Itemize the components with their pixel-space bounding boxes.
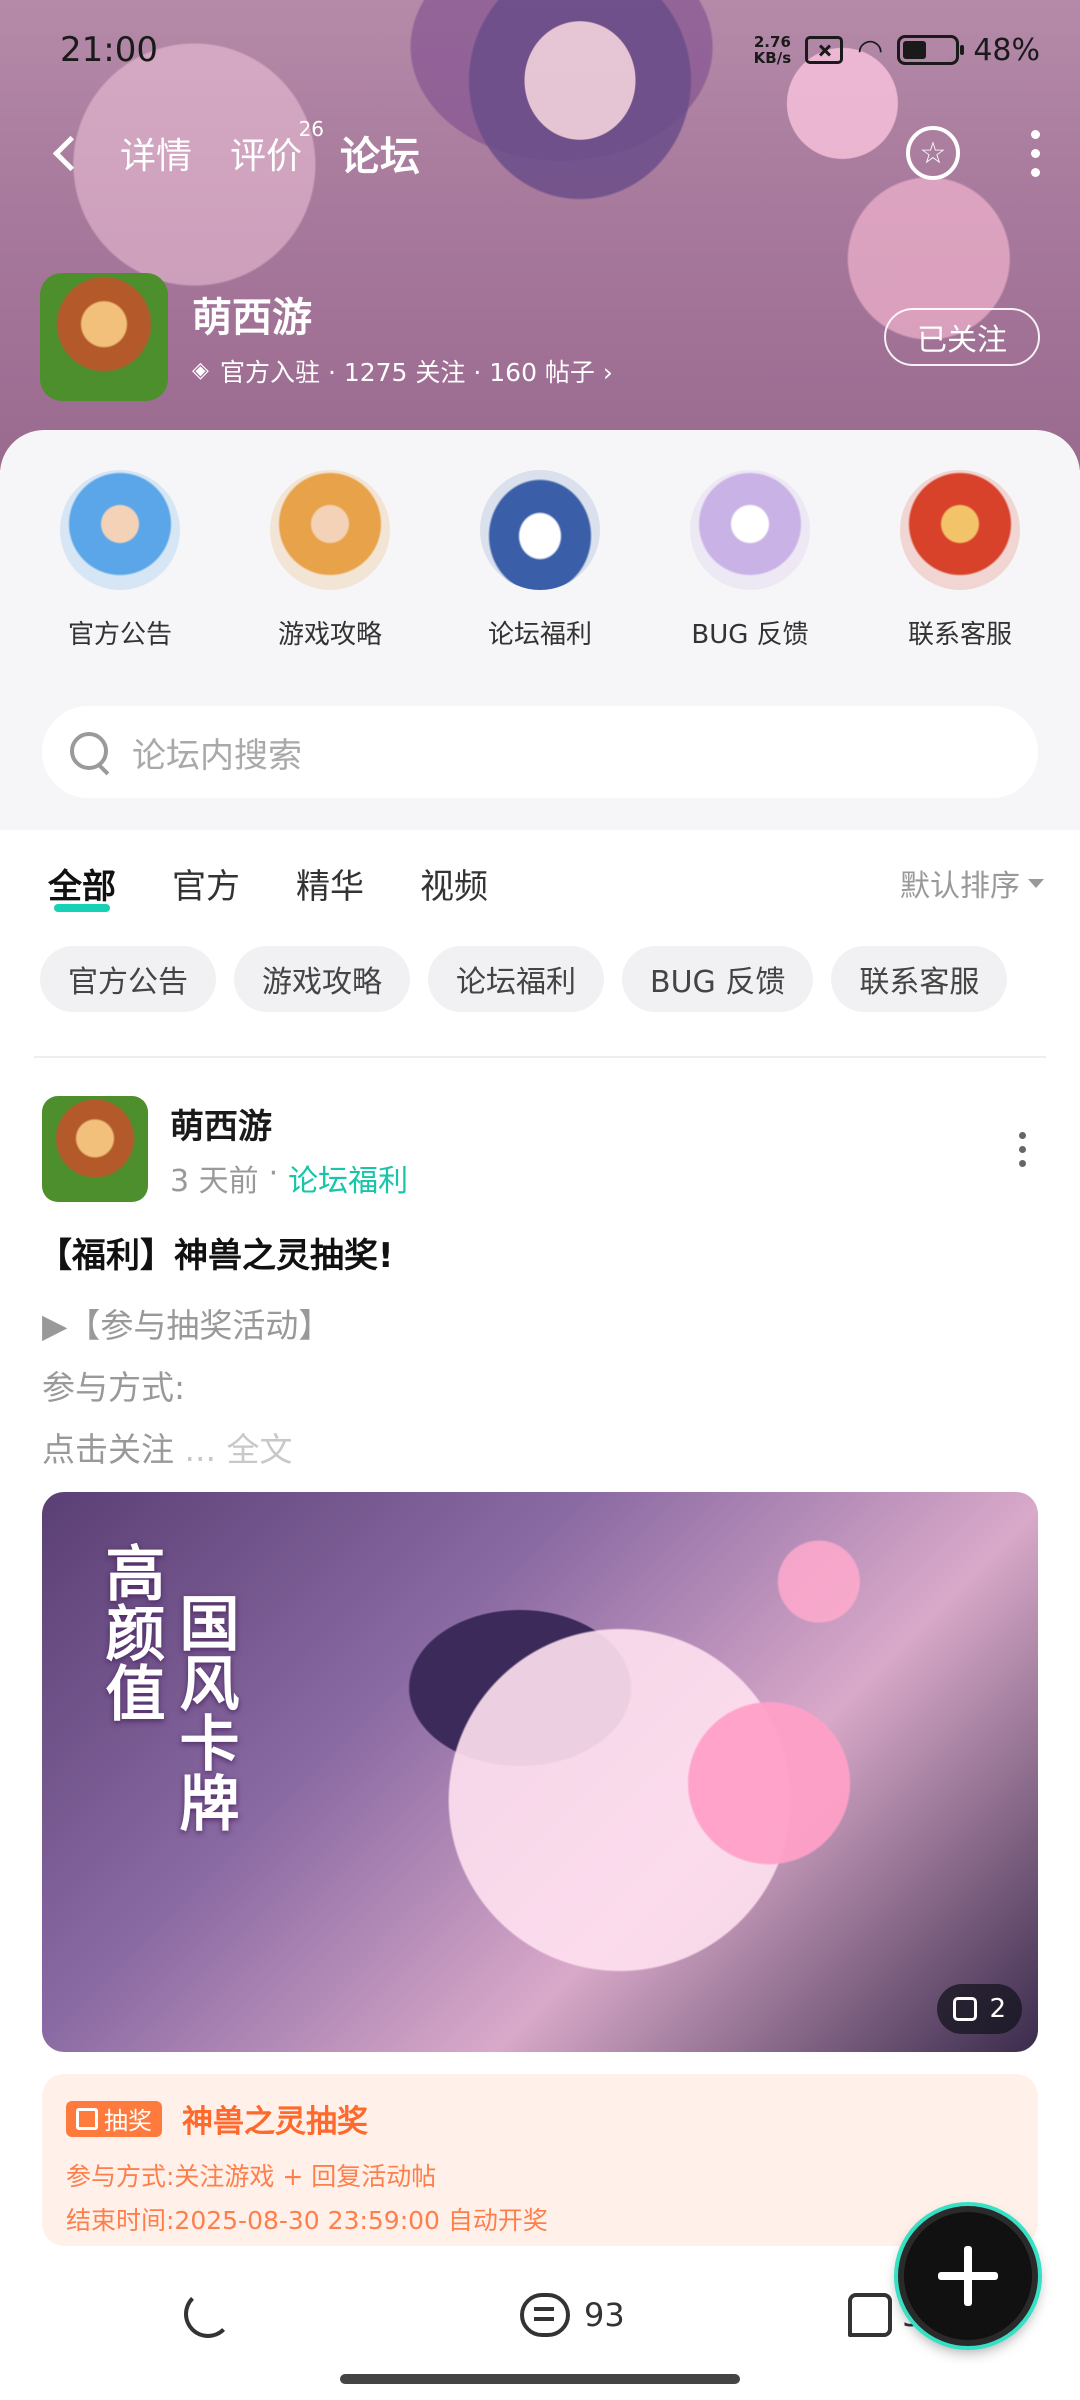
game-meta-text: 官方入驻 · 1275 关注 · 160 帖子 › (220, 358, 613, 387)
post-category-link[interactable]: 论坛福利 (288, 1156, 408, 1200)
home-indicator[interactable] (340, 2374, 740, 2384)
post-meta-separator: · (268, 1155, 279, 1191)
post-header: 萌西游 3 天前 · 论坛福利 (42, 1096, 1040, 1202)
chip-bug-report[interactable]: BUG 反馈 (622, 946, 814, 1012)
post-title[interactable]: 【福利】神兽之灵抽奖! (38, 1228, 394, 1277)
wifi-icon: ◠ (857, 32, 884, 68)
tab-reviews-label: 评价 (230, 136, 303, 177)
image-caption-1: 高颜值 (95, 1542, 165, 1722)
image-caption-2: 国风卡牌 (169, 1592, 239, 1832)
battery-icon (897, 35, 965, 65)
post-body-line: 参与方式: (42, 1368, 186, 1407)
chip-support[interactable]: 联系客服 (831, 946, 1008, 1012)
diamond-icon: ◈ (192, 358, 209, 383)
tab-details[interactable]: 详情 (120, 127, 192, 179)
status-bar: 21:00 2.76 KB/s ◠ 48% (60, 28, 1040, 72)
image-count-badge: 2 (937, 1984, 1022, 2034)
game-icon[interactable] (40, 273, 168, 401)
no-sim-icon (805, 36, 844, 64)
avatar[interactable] (42, 1096, 148, 1202)
post-body-line: ▶【参与抽奖活动】 (42, 1306, 332, 1345)
category-guides[interactable]: 游戏攻略 (240, 470, 420, 651)
sort-dropdown[interactable]: 默认排序 (900, 861, 1044, 905)
filter-tab-video[interactable]: 视频 (420, 859, 488, 908)
favorite-star-icon[interactable]: ☆ (906, 126, 960, 180)
filter-tab-featured[interactable]: 精华 (296, 859, 364, 908)
post-body-line: 点击关注 ... 全文 (42, 1430, 293, 1469)
category-bug-report[interactable]: BUG 反馈 (660, 470, 840, 651)
tab-reviews-badge: 26 (298, 117, 325, 141)
battery-percent: 48% (973, 32, 1040, 68)
guide-character-icon (270, 470, 390, 590)
game-name: 萌西游 (192, 295, 312, 341)
comment-icon (520, 2293, 570, 2337)
forum-search-bar[interactable]: 论坛内搜索 (42, 706, 1038, 798)
post-author[interactable]: 萌西游 (170, 1099, 408, 1148)
chip-benefits[interactable]: 论坛福利 (428, 946, 604, 1012)
post-image[interactable]: 高颜值 国风卡牌 2 (42, 1492, 1038, 2052)
chip-guides[interactable]: 游戏攻略 (234, 946, 410, 1012)
category-benefits[interactable]: 论坛福利 (450, 470, 630, 651)
create-post-button[interactable] (898, 2206, 1038, 2346)
tab-reviews[interactable]: 评价 26 (230, 117, 324, 179)
filter-tab-official[interactable]: 官方 (172, 859, 240, 908)
share-button[interactable] (184, 2290, 234, 2340)
game-info: 萌西游 ◈ 官方入驻 · 1275 关注 · 160 帖子 › 已关注 (40, 272, 1040, 402)
lottery-title: 神兽之灵抽奖 (182, 2104, 368, 2140)
back-icon[interactable] (50, 133, 90, 173)
post-more-icon[interactable] (1019, 1131, 1026, 1167)
category-chips: 官方公告 游戏攻略 论坛福利 BUG 反馈 联系客服 (40, 946, 1050, 1012)
announcement-character-icon (60, 470, 180, 590)
gift-icon (76, 2107, 98, 2130)
lottery-card[interactable]: 抽奖 神兽之灵抽奖 参与方式:关注游戏 + 回复活动帖 结束时间:2025-08… (42, 2074, 1038, 2246)
image-gallery-icon (953, 1997, 978, 2021)
search-icon (68, 730, 112, 774)
thumbs-up-icon (848, 2293, 892, 2337)
divider (34, 1056, 1046, 1058)
search-input[interactable]: 论坛内搜索 (132, 728, 302, 777)
support-character-icon (900, 470, 1020, 590)
game-meta[interactable]: ◈ 官方入驻 · 1275 关注 · 160 帖子 › (192, 353, 613, 389)
category-support[interactable]: 联系客服 (870, 470, 1050, 651)
post-time: 3 天前 (170, 1163, 259, 1199)
tab-forum[interactable]: 论坛 (340, 124, 421, 188)
chip-announcements[interactable]: 官方公告 (40, 946, 216, 1012)
post-body[interactable]: ▶【参与抽奖活动】 参与方式: 点击关注 ... 全文 (42, 1295, 331, 1481)
comment-button[interactable]: 93 (520, 2293, 625, 2337)
top-nav: 详情 评价 26 论坛 ☆ (50, 117, 1040, 188)
category-announcements[interactable]: 官方公告 (30, 470, 210, 651)
category-row: 官方公告 游戏攻略 论坛福利 BUG 反馈 联系客服 (0, 430, 1080, 651)
more-options-icon[interactable] (1030, 129, 1040, 177)
forum-panel: 官方公告 游戏攻略 论坛福利 BUG 反馈 联系客服 论坛内搜索 (0, 430, 1080, 830)
lottery-end-time: 结束时间:2025-08-30 23:59:00 自动开奖 (66, 2206, 548, 2235)
filter-tabs: 全部 官方 精华 视频 默认排序 (48, 848, 1044, 918)
filter-tab-all[interactable]: 全部 (48, 859, 116, 912)
comment-count: 93 (584, 2296, 625, 2334)
expand-full-text-link[interactable]: ... 全文 (174, 1430, 292, 1469)
post-meta: 3 天前 · 论坛福利 (170, 1156, 408, 1200)
plus-icon (938, 2246, 998, 2306)
share-icon (184, 2290, 232, 2338)
bug-character-icon (690, 470, 810, 590)
status-time: 21:00 (60, 30, 158, 70)
lottery-badge: 抽奖 (66, 2100, 162, 2137)
lottery-participation: 参与方式:关注游戏 + 回复活动帖 (66, 2162, 437, 2191)
network-speed: 2.76 KB/s (753, 33, 792, 67)
beast-character-icon (480, 470, 600, 590)
dropdown-arrow-icon (1028, 878, 1044, 888)
follow-button[interactable]: 已关注 (884, 308, 1040, 366)
